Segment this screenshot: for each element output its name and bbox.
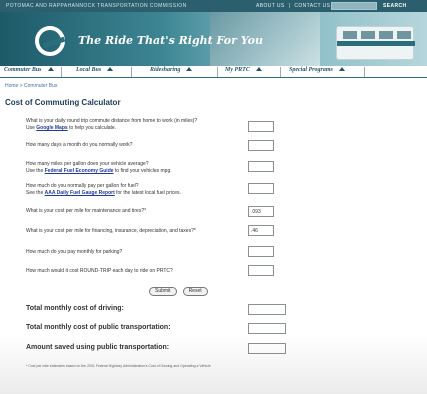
amount-saved-output[interactable] [248, 343, 286, 354]
page-title: Cost of Commuting Calculator [5, 98, 121, 107]
search-input[interactable] [331, 2, 377, 10]
financing-cost-input[interactable]: .46 [248, 225, 274, 236]
top-links-separator: | [288, 3, 291, 9]
question-financing-cost: What is your cost per mile for financing… [26, 228, 386, 235]
chevron-up-icon [107, 67, 114, 71]
chevron-up-icon [186, 67, 193, 71]
question-text: How many days a month do you normally wo… [26, 142, 133, 148]
question-hint: to find your vehicles mpg. [113, 168, 172, 174]
question-text: How much do you normally pay per gallon … [26, 183, 139, 189]
tab-my-prtc[interactable]: My PRTC [221, 67, 281, 77]
question-text: What is your daily round trip commute di… [26, 118, 198, 124]
work-days-input[interactable] [248, 140, 274, 151]
search-button[interactable]: SEARCH [383, 3, 407, 9]
total-driving-output[interactable] [248, 304, 286, 315]
bus-stripe [337, 41, 415, 46]
tab-special-programs[interactable]: Special Programs [285, 67, 365, 77]
question-parking-cost: How much do you pay monthly for parking? [26, 249, 386, 256]
bus-image [336, 26, 415, 60]
question-hint: Use the [26, 168, 45, 174]
question-fuel-price: How much do you normally pay per gallon … [26, 183, 386, 197]
prtc-fare-input[interactable] [248, 265, 274, 276]
chevron-up-icon [47, 67, 54, 71]
aaa-fuel-report-link[interactable]: AAA Daily Fuel Gauge Report [45, 190, 115, 196]
tab-label: Commuter Bus [4, 67, 42, 73]
tab-ridesharing[interactable]: Ridesharing [146, 67, 218, 77]
question-text: How much do you pay monthly for parking? [26, 249, 123, 255]
prtc-logo[interactable] [35, 26, 65, 56]
google-maps-link[interactable]: Google Maps [36, 125, 67, 131]
question-prtc-fare: How much would it cost ROUND-TRIP each d… [26, 268, 386, 275]
amount-saved-label: Amount saved using public transportation… [26, 344, 170, 351]
total-driving-label: Total monthly cost of driving: [26, 305, 124, 312]
tab-label: Local Bus [76, 67, 102, 73]
top-links: ABOUT US | CONTACT US [256, 3, 330, 9]
chevron-up-icon [255, 67, 262, 71]
question-hint: to help you calculate. [67, 125, 117, 131]
tab-label: Special Programs [289, 67, 333, 73]
breadcrumb[interactable]: Home > Commuter Bus [5, 83, 57, 89]
form-buttons: Submit Reset [149, 287, 208, 296]
submit-button[interactable]: Submit [149, 287, 177, 296]
total-transit-label: Total monthly cost of public transportat… [26, 324, 171, 331]
bus-window [343, 31, 357, 39]
question-text: How much would it cost ROUND-TRIP each d… [26, 268, 173, 274]
tab-label: Ridesharing [150, 67, 181, 73]
question-text: What is your cost per mile for financing… [26, 228, 196, 234]
organization-name: POTOMAC AND RAPPAHANNOCK TRANSPORTATION … [6, 3, 187, 9]
commute-distance-input[interactable] [248, 121, 274, 132]
question-hint: See the [26, 190, 45, 196]
reset-button[interactable]: Reset [182, 287, 208, 296]
about-us-link[interactable]: ABOUT US [256, 3, 285, 9]
tab-commuter-bus[interactable]: Commuter Bus [0, 67, 62, 77]
question-commute-distance: What is your daily round trip commute di… [26, 118, 386, 132]
tab-local-bus[interactable]: Local Bus [72, 67, 132, 77]
top-utility-bar: POTOMAC AND RAPPAHANNOCK TRANSPORTATION … [0, 0, 427, 12]
question-work-days: How many days a month do you normally wo… [26, 142, 386, 149]
tab-label: My PRTC [225, 67, 250, 73]
question-mpg: How many miles per gallon does your vehi… [26, 161, 386, 175]
maintenance-cost-input[interactable]: .093 [248, 206, 274, 217]
question-text: How many miles per gallon does your vehi… [26, 161, 149, 167]
banner-slogan: The Ride That's Right For You [78, 34, 263, 47]
bus-window [379, 31, 393, 39]
total-transit-output[interactable] [248, 323, 286, 334]
question-maintenance-cost: What is your cost per mile for maintenan… [26, 208, 386, 215]
question-hint: for the latest local fuel prices. [114, 190, 181, 196]
header-banner: The Ride That's Right For You [0, 12, 427, 70]
chevron-up-icon [338, 67, 345, 71]
question-hint: Use [26, 125, 37, 131]
fuel-economy-guide-link[interactable]: Federal Fuel Economy Guide [45, 168, 114, 174]
bus-window [397, 31, 411, 39]
main-nav: Commuter Bus Local Bus Ridesharing My PR… [0, 66, 427, 78]
mpg-input[interactable] [248, 161, 274, 172]
parking-cost-input[interactable] [248, 246, 274, 257]
footnote: * Cost per mile estimates based on the 2… [26, 364, 211, 368]
question-text: What is your cost per mile for maintenan… [26, 208, 147, 214]
contact-us-link[interactable]: CONTACT US [294, 3, 330, 9]
fuel-price-input[interactable] [248, 183, 274, 194]
bus-window [361, 31, 375, 39]
